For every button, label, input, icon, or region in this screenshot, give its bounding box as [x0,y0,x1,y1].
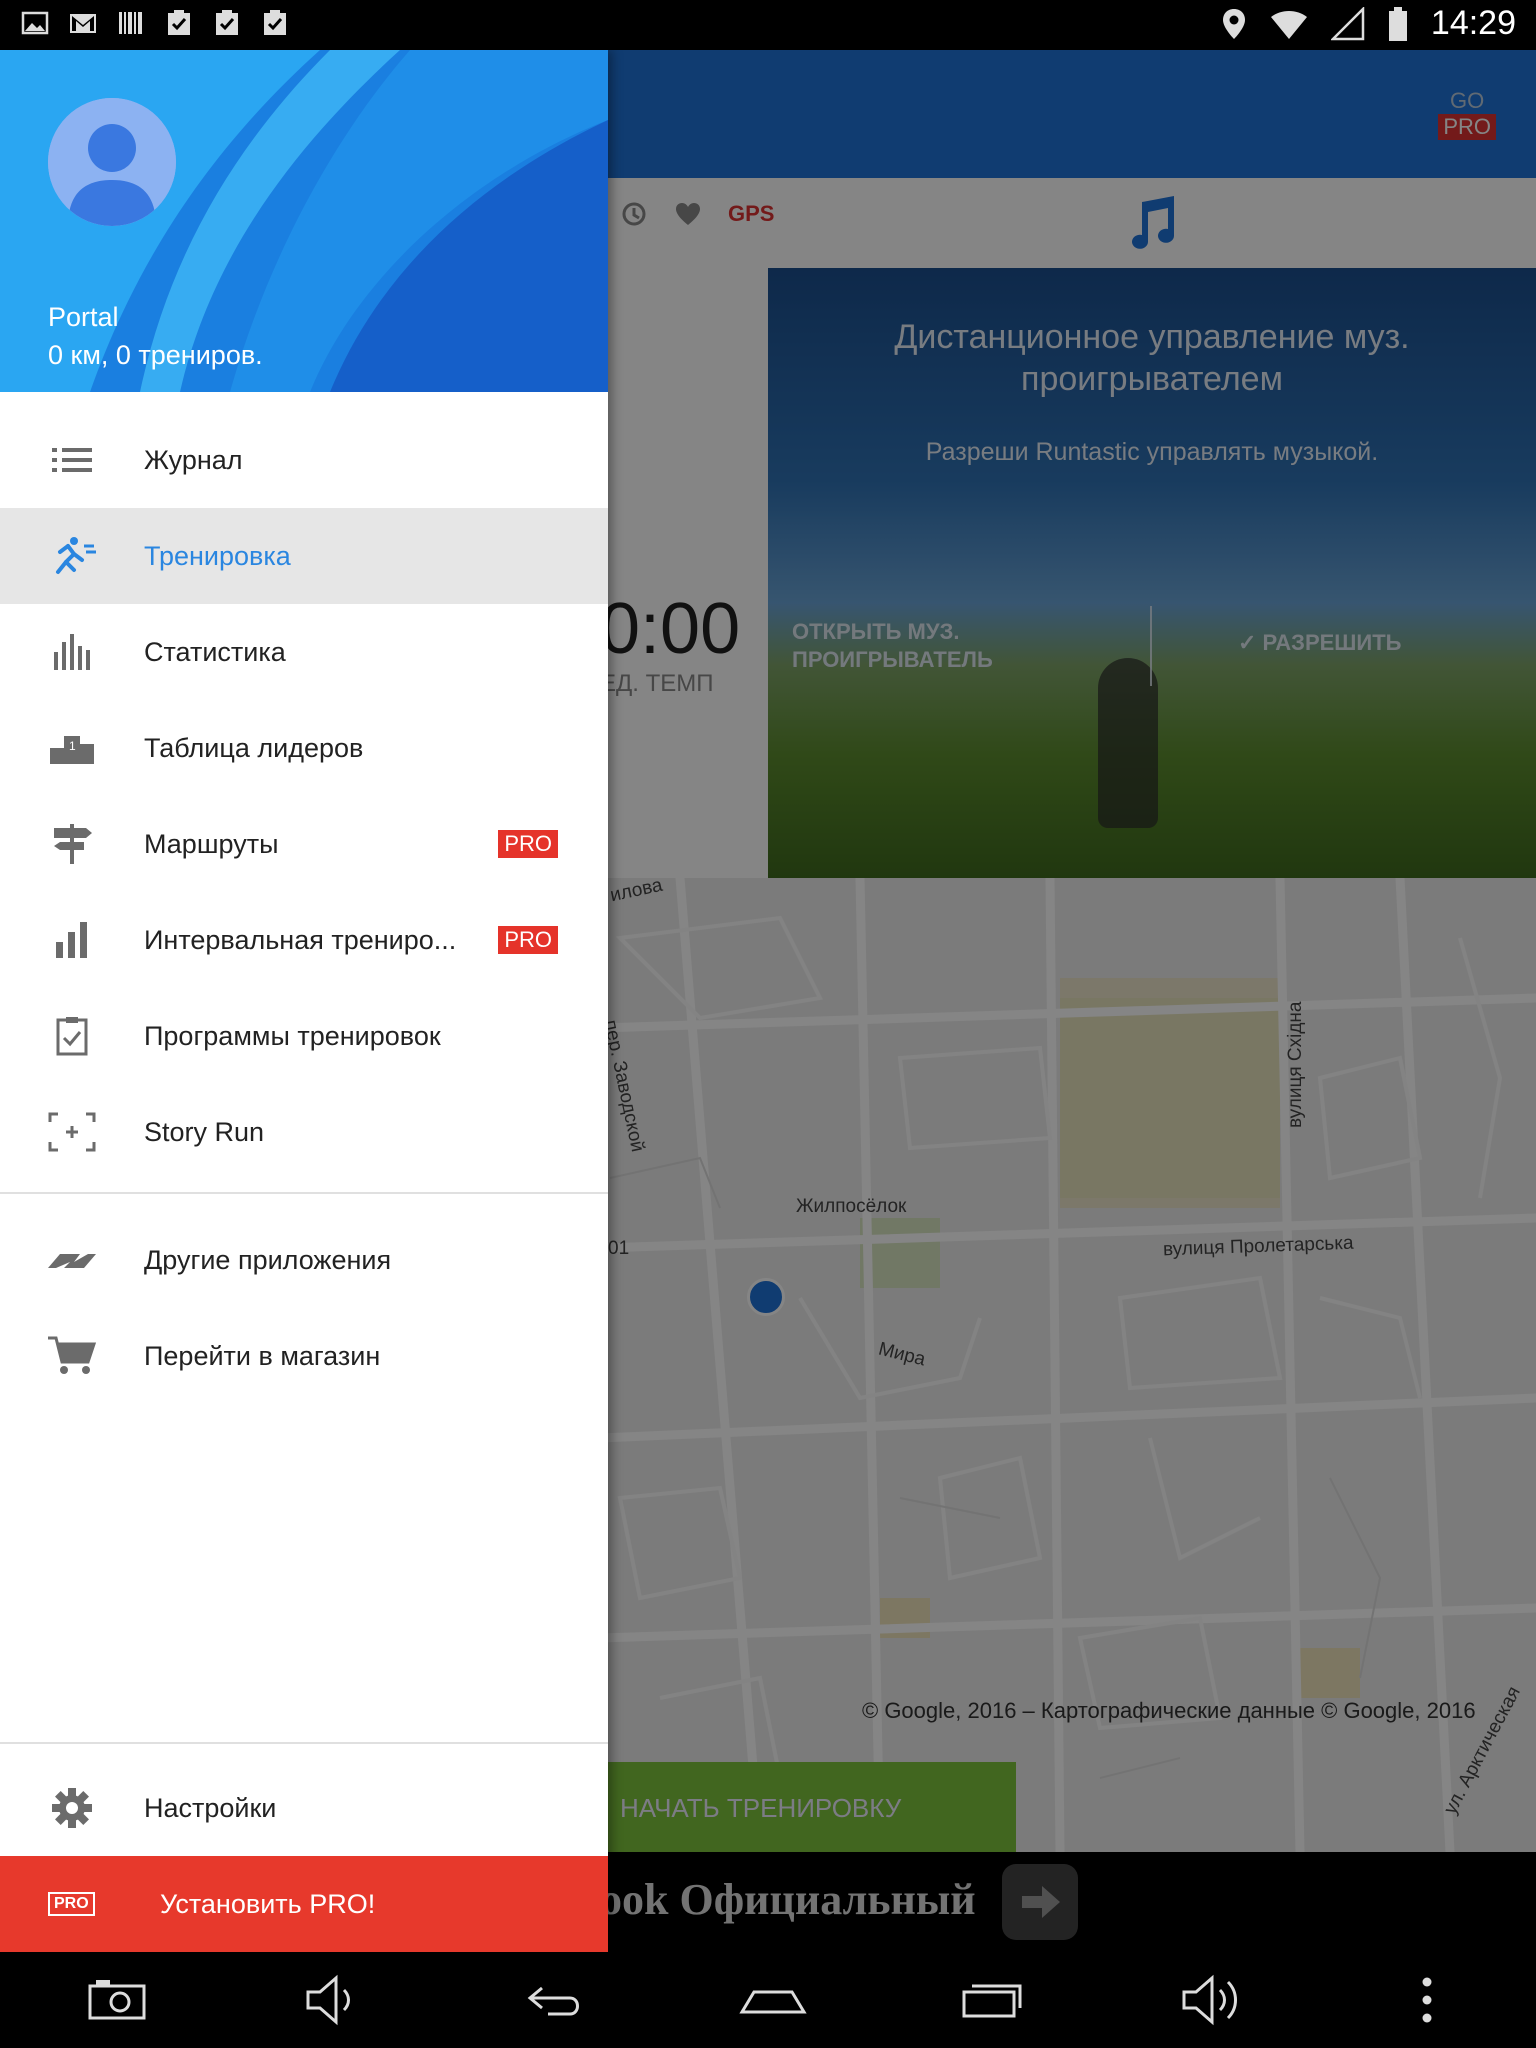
runner-icon [56,537,96,574]
focus-frame-icon [48,1112,96,1152]
menu-label: Настройки [144,1793,277,1823]
pro-badge: PRO [498,830,558,858]
menu-item-leaderboard[interactable]: 1 Таблица лидеров [0,700,608,796]
gmail-icon [70,14,96,33]
clock: 14:29 [1430,4,1516,42]
volume-up-button[interactable] [1178,1968,1248,2032]
more-icon [1422,1977,1432,2023]
runtastic-logo-icon [48,1254,96,1268]
navigation-drawer: Portal 0 км, 0 трениров. Журнал Трениров… [0,50,608,1952]
menu-label: Маршруты [144,829,279,859]
menu-item-training-plans[interactable]: Программы тренировок [0,988,608,1084]
menu-divider [0,1192,608,1194]
volume-up-icon [1182,1974,1237,2026]
menu-label: Интервальная трениро... [144,925,457,955]
pro-badge: PRO [48,1892,95,1916]
install-pro-label: Установить PRO! [160,1889,376,1919]
clipboard-check-icon [216,10,238,35]
menu-item-workout[interactable]: Тренировка [0,508,608,604]
barcode-icon [119,12,142,34]
menu-item-routes[interactable]: Маршруты PRO [0,796,608,892]
menu-label: Перейти в магазин [144,1341,381,1371]
signal-icon [1330,6,1365,40]
menu-item-go-to-store[interactable]: Перейти в магазин [0,1308,608,1404]
menu-item-story-run[interactable]: Story Run [0,1084,608,1180]
gear-icon [52,1788,92,1828]
profile-name: Portal [48,302,119,332]
install-pro-button[interactable]: PRO Установить PRO! [0,1856,608,1952]
clipboard-check-icon [56,1017,88,1056]
back-button[interactable] [518,1968,588,2032]
clipboard-check-icon [264,10,286,35]
image-icon [21,11,49,35]
menu-label: Журнал [144,445,243,475]
menu-label: Другие приложения [144,1245,392,1275]
volume-down-icon [306,1974,350,2026]
recents-icon [962,1984,1022,2018]
back-icon [527,1986,579,2016]
screenshot-button[interactable] [82,1968,152,2032]
menu-item-interval-training[interactable]: Интервальная трениро... PRO [0,892,608,988]
wifi-icon [1270,10,1307,39]
system-nav-bar [0,1952,1536,2048]
bar-chart-icon [54,634,90,670]
recents-button[interactable] [958,1968,1028,2032]
list-icon [52,448,92,472]
pro-badge: PRO [498,926,558,954]
profile-stats: 0 км, 0 трениров. [48,340,263,370]
podium-icon: 1 [50,736,94,764]
cart-icon [48,1336,97,1374]
menu-item-statistics[interactable]: Статистика [0,604,608,700]
menu-divider [0,1742,608,1744]
volume-down-button[interactable] [298,1968,368,2032]
avatar[interactable] [48,98,176,226]
menu-label: Статистика [144,637,286,667]
screenshot-icon [88,1980,146,2020]
location-icon [1222,8,1245,39]
menu-label: Программы тренировок [144,1021,441,1051]
signpost-icon [54,824,92,864]
menu-label: Таблица лидеров [144,733,364,763]
home-icon [739,1990,807,2014]
interval-bars-icon [56,922,87,958]
home-button[interactable] [738,1968,808,2032]
more-button[interactable] [1392,1968,1462,2032]
menu-label: Тренировка [144,541,291,571]
drawer-header: Portal 0 км, 0 трениров. [0,50,608,392]
status-bar: 14:29 [0,0,1536,50]
svg-text:1: 1 [69,739,76,753]
menu-label: Story Run [144,1117,265,1147]
user-icon [48,98,176,226]
clipboard-check-icon [168,10,190,35]
menu-item-journal[interactable]: Журнал [0,412,608,508]
battery-icon [1388,6,1407,41]
menu-item-other-apps[interactable]: Другие приложения [0,1212,608,1308]
menu-item-settings[interactable]: Настройки [0,1760,608,1856]
